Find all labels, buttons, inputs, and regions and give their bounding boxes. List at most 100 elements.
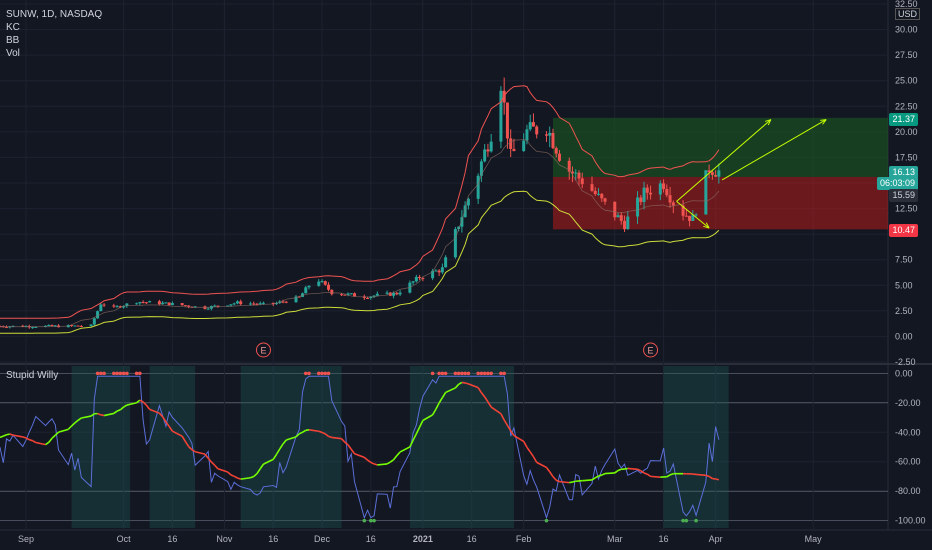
candle-body bbox=[437, 270, 441, 273]
candle-body bbox=[76, 325, 80, 327]
osc-signal-segment bbox=[598, 474, 602, 477]
candle-body bbox=[89, 324, 93, 327]
y-tick-label: 5.00 bbox=[895, 280, 913, 290]
candle-body bbox=[304, 287, 308, 294]
candle-body bbox=[613, 201, 617, 218]
candle-body bbox=[499, 90, 503, 142]
candle-body bbox=[261, 302, 265, 304]
osc-signal-segment bbox=[305, 429, 310, 432]
candle-body bbox=[603, 198, 607, 202]
candle-body bbox=[714, 175, 718, 177]
candle-body bbox=[528, 122, 532, 130]
candle-body bbox=[340, 294, 344, 296]
x-tick-label: 16 bbox=[467, 534, 477, 544]
candle-body bbox=[483, 149, 487, 162]
target-price-tag: 21.37 bbox=[889, 113, 918, 126]
chart-canvas[interactable]: 32.5030.0027.5025.0022.5020.0017.5015.00… bbox=[0, 0, 932, 550]
candle-body bbox=[31, 327, 35, 329]
y-tick-label: 2.50 bbox=[895, 306, 913, 316]
osc-signal-segment bbox=[29, 438, 33, 442]
candle-body bbox=[623, 220, 627, 230]
oscillator-title[interactable]: Stupid Willy bbox=[6, 369, 58, 382]
legend-bb[interactable]: BB bbox=[6, 34, 102, 47]
candle-body bbox=[616, 215, 620, 218]
osc-y-tick-label: 0.00 bbox=[895, 368, 913, 378]
candle-body bbox=[645, 187, 649, 193]
osc-overbought-dot bbox=[460, 371, 464, 376]
candle-body bbox=[164, 302, 168, 304]
osc-overbought-dot bbox=[115, 371, 119, 376]
osc-signal-segment bbox=[569, 481, 573, 484]
candle-body bbox=[453, 229, 457, 258]
currency-label[interactable]: USD bbox=[894, 8, 920, 20]
osc-signal-segment bbox=[464, 382, 469, 385]
x-tick-label: Sep bbox=[18, 534, 34, 544]
osc-oversold-dot bbox=[369, 518, 373, 523]
osc-signal-segment bbox=[97, 412, 102, 416]
osc-y-tick-label: -20.00 bbox=[895, 398, 921, 408]
candle-body bbox=[343, 294, 347, 296]
candle-body bbox=[414, 276, 418, 282]
osc-overbought-dot bbox=[486, 371, 490, 376]
osc-overbought-dot bbox=[456, 371, 461, 376]
stop-price-tag: 10.47 bbox=[889, 224, 918, 237]
candle-body bbox=[440, 267, 444, 273]
osc-overbought-dot bbox=[476, 371, 480, 376]
candle-body bbox=[183, 305, 187, 307]
osc-signal-segment bbox=[318, 430, 323, 434]
candle-body bbox=[92, 318, 96, 325]
candle-body bbox=[531, 122, 535, 127]
osc-overbought-dot bbox=[134, 371, 139, 376]
osc-overbought-dot bbox=[118, 371, 123, 376]
earnings-label: E bbox=[648, 346, 654, 356]
candle-body bbox=[398, 292, 402, 295]
osc-overbought-dot bbox=[326, 371, 331, 376]
chart-legend: SUNW, 1D, NASDAQ KC BB Vol bbox=[6, 8, 102, 60]
x-tick-label: Mar bbox=[607, 534, 623, 544]
candle-body bbox=[375, 293, 379, 296]
candle-body bbox=[671, 202, 675, 206]
osc-signal-segment bbox=[669, 472, 674, 476]
candle-body bbox=[239, 301, 243, 305]
osc-signal-segment bbox=[604, 472, 615, 475]
legend-kc[interactable]: KC bbox=[6, 21, 102, 34]
osc-signal-segment bbox=[377, 463, 388, 466]
osc-signal-segment bbox=[715, 478, 720, 481]
osc-overbought-dot bbox=[479, 371, 484, 376]
y-tick-label: 27.50 bbox=[895, 50, 918, 60]
candle-body bbox=[161, 302, 165, 305]
candle-body bbox=[34, 326, 38, 328]
candle-body bbox=[235, 301, 239, 304]
osc-overbought-dot bbox=[323, 371, 328, 376]
candle-body bbox=[557, 153, 561, 161]
osc-overbought-dot bbox=[482, 371, 487, 376]
osc-oversold-dot bbox=[544, 518, 549, 523]
osc-overbought-dot bbox=[316, 371, 321, 376]
legend-vol[interactable]: Vol bbox=[6, 47, 102, 60]
candle-body bbox=[248, 303, 252, 305]
candle-body bbox=[574, 172, 578, 174]
candle-body bbox=[717, 170, 721, 177]
osc-overbought-dot bbox=[112, 371, 116, 376]
osc-signal-segment bbox=[696, 473, 706, 477]
candle-body bbox=[229, 304, 233, 306]
osc-y-tick-label: -40.00 bbox=[895, 427, 921, 437]
osc-y-tick-label: -80.00 bbox=[895, 486, 921, 496]
candle-body bbox=[99, 304, 103, 312]
candle-body bbox=[320, 281, 324, 283]
candle-body bbox=[554, 148, 558, 154]
candle-body bbox=[141, 302, 145, 304]
symbol-title[interactable]: SUNW, 1D, NASDAQ bbox=[6, 8, 102, 21]
candle-body bbox=[330, 289, 334, 295]
candle-body bbox=[489, 141, 493, 152]
candle-body bbox=[688, 215, 692, 221]
profit-zone bbox=[552, 117, 888, 177]
x-tick-label: Dec bbox=[314, 534, 331, 544]
candle-body bbox=[522, 140, 526, 152]
candle-body bbox=[366, 297, 370, 299]
candle-body bbox=[252, 303, 256, 305]
x-tick-label: 16 bbox=[659, 534, 669, 544]
osc-overbought-dot bbox=[121, 371, 126, 376]
osc-overbought-dot bbox=[320, 371, 324, 376]
candle-body bbox=[444, 257, 448, 268]
